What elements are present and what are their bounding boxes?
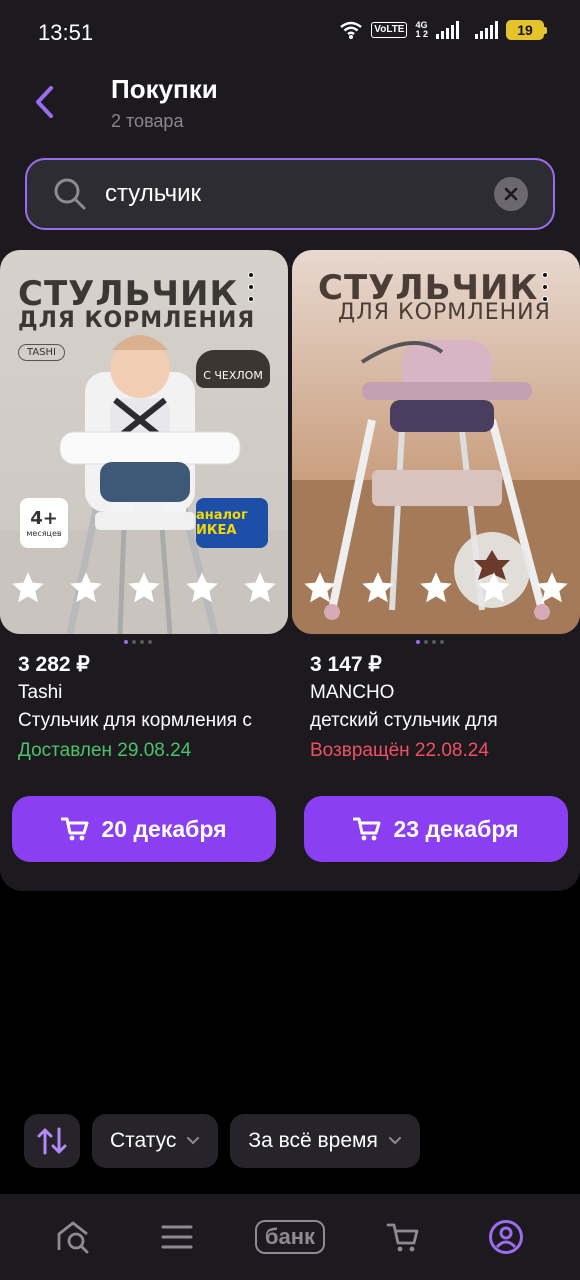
product-card[interactable]: СТУЛЬЧИК ДЛЯ КОРМЛЕНИЯ TASHI С ЧЕХЛОМ 4+…	[0, 250, 288, 862]
page-title: Покупки	[111, 74, 218, 104]
profile-icon	[489, 1220, 524, 1254]
product-name[interactable]: Стульчик для кормления с	[18, 710, 288, 732]
star-icon[interactable]	[418, 570, 454, 606]
product-card[interactable]: СТУЛЬЧИК ДЛЯ КОРМЛЕНИЯ 3 147 ₽ MANCHO де…	[292, 250, 580, 862]
star-icon[interactable]	[360, 570, 396, 606]
star-icon[interactable]	[476, 570, 512, 606]
bank-icon: банк	[254, 1220, 326, 1254]
product-name[interactable]: детский стульчик для	[310, 710, 580, 732]
search-input[interactable]	[105, 174, 494, 214]
image-subtitle: ДЛЯ КОРМЛЕНИЯ	[338, 300, 551, 325]
product-price: 3 282 ₽	[18, 653, 90, 676]
chevron-down-icon	[187, 1137, 200, 1145]
nav-cart[interactable]	[373, 1209, 433, 1265]
star-icon[interactable]	[10, 570, 46, 606]
star-icon[interactable]	[302, 570, 338, 606]
sort-button[interactable]	[24, 1114, 80, 1168]
cart-icon	[61, 817, 89, 841]
search-icon	[54, 178, 86, 210]
status-time: 13:51	[38, 20, 94, 45]
period-filter-label: За всё время	[248, 1129, 378, 1152]
nav-home[interactable]	[44, 1209, 104, 1265]
network-type: 4G 1 2	[415, 20, 428, 39]
status-filter-label: Статус	[110, 1129, 177, 1152]
image-cover-badge: С ЧЕХЛОМ	[196, 350, 270, 388]
signal-2-icon	[475, 21, 498, 39]
star-icon[interactable]	[184, 570, 220, 606]
wifi-icon	[340, 21, 363, 39]
product-image[interactable]: СТУЛЬЧИК ДЛЯ КОРМЛЕНИЯ TASHI С ЧЕХЛОМ 4+…	[0, 250, 288, 634]
image-age-badge: 4+ месяцев	[20, 498, 68, 548]
bottom-nav: банк	[0, 1194, 580, 1280]
status-icons: VoLTE 4G 1 2 19	[339, 20, 547, 40]
image-subtitle: ДЛЯ КОРМЛЕНИЯ	[18, 308, 256, 333]
more-options-button[interactable]	[246, 272, 256, 302]
image-pager-dots	[124, 640, 152, 644]
page-subtitle: 2 товара	[111, 111, 184, 131]
nav-bank[interactable]: банк	[250, 1209, 330, 1265]
filter-bar: Статус За всё время	[24, 1114, 420, 1168]
back-button[interactable]	[26, 80, 62, 124]
search-box[interactable]	[25, 158, 555, 230]
close-icon	[504, 187, 518, 201]
nav-catalog[interactable]	[147, 1209, 207, 1265]
image-pager-dots	[416, 640, 444, 644]
sort-arrows-icon	[37, 1127, 67, 1155]
product-brand: MANCHO	[310, 682, 395, 703]
status-filter-dropdown[interactable]: Статус	[92, 1114, 219, 1168]
cart-icon	[386, 1223, 419, 1252]
delivery-date-label: 23 декабря	[393, 815, 519, 842]
chevron-down-icon	[388, 1137, 401, 1145]
order-status: Доставлен 29.08.24	[18, 740, 192, 761]
rating-stars[interactable]	[10, 570, 278, 606]
cart-icon	[353, 817, 381, 841]
clear-search-button[interactable]	[494, 177, 528, 211]
star-icon[interactable]	[68, 570, 104, 606]
chevron-left-icon	[36, 86, 53, 118]
image-ikea-badge: аналог ИКЕА	[196, 498, 268, 548]
battery-icon: 19	[506, 20, 547, 40]
star-icon[interactable]	[534, 570, 570, 606]
volte-badge: VoLTE	[371, 22, 408, 38]
catalog-icon	[161, 1225, 193, 1249]
battery-level: 19	[517, 22, 533, 38]
star-icon[interactable]	[242, 570, 278, 606]
status-bar: 13:51 VoLTE 4G 1 2 19	[0, 0, 580, 64]
product-price: 3 147 ₽	[310, 653, 382, 676]
delivery-date-label: 20 декабря	[101, 815, 227, 842]
order-status: Возвращён 22.08.24	[310, 740, 489, 761]
image-brand-tag: TASHI	[18, 344, 65, 361]
more-options-button[interactable]	[540, 272, 550, 302]
signal-1-icon	[436, 21, 459, 39]
product-brand: Tashi	[18, 682, 63, 703]
star-icon[interactable]	[126, 570, 162, 606]
add-to-cart-button[interactable]: 20 декабря	[12, 796, 276, 862]
results-list: СТУЛЬЧИК ДЛЯ КОРМЛЕНИЯ TASHI С ЧЕХЛОМ 4+…	[0, 250, 580, 891]
period-filter-dropdown[interactable]: За всё время	[230, 1114, 420, 1168]
header: Покупки 2 товара	[0, 64, 580, 250]
product-image[interactable]: СТУЛЬЧИК ДЛЯ КОРМЛЕНИЯ	[292, 250, 580, 634]
rating-stars[interactable]	[302, 570, 570, 606]
home-search-icon	[57, 1221, 88, 1254]
nav-profile[interactable]	[476, 1209, 536, 1265]
add-to-cart-button[interactable]: 23 декабря	[304, 796, 568, 862]
